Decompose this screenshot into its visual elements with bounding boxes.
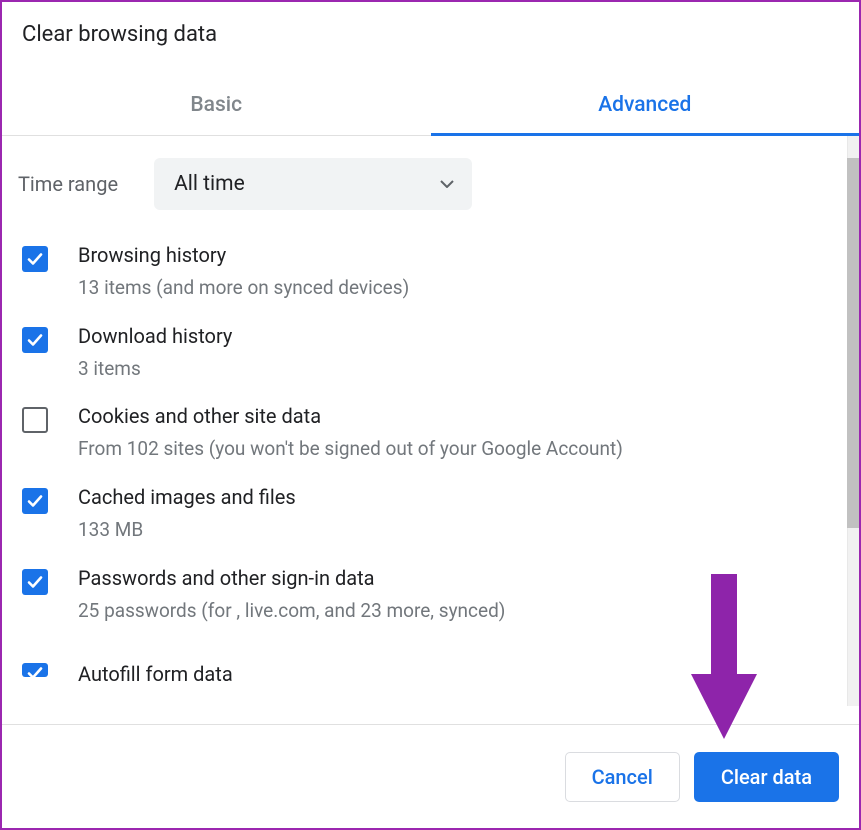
clear-browsing-data-dialog: Clear browsing data Basic Advanced Time … (0, 0, 861, 830)
option-title: Browsing history (78, 242, 409, 269)
option-title: Download history (78, 323, 232, 350)
option-passwords: Passwords and other sign-in data 25 pass… (18, 551, 859, 632)
option-title: Autofill form data (78, 661, 233, 688)
dialog-title: Clear browsing data (2, 2, 859, 47)
checkbox-browsing-history[interactable] (22, 246, 48, 272)
checkbox-autofill[interactable] (22, 663, 48, 677)
time-range-dropdown[interactable]: All time (154, 158, 472, 210)
tabs: Basic Advanced (2, 77, 859, 136)
option-download-history: Download history 3 items (18, 309, 859, 390)
option-subtitle: 133 MB (78, 517, 296, 543)
dialog-footer: Cancel Clear data (2, 724, 859, 828)
check-icon (25, 572, 45, 592)
option-text: Cookies and other site data From 102 sit… (78, 403, 623, 462)
option-subtitle: 3 items (78, 356, 232, 382)
cancel-button[interactable]: Cancel (565, 752, 680, 802)
clear-data-button[interactable]: Clear data (694, 752, 839, 802)
time-range-label: Time range (18, 172, 154, 196)
option-cookies: Cookies and other site data From 102 sit… (18, 389, 859, 470)
tab-advanced[interactable]: Advanced (431, 77, 860, 135)
option-text: Browsing history 13 items (and more on s… (78, 242, 409, 301)
option-subtitle: 13 items (and more on synced devices) (78, 275, 409, 301)
check-icon (25, 249, 45, 269)
scrollbar-track[interactable] (847, 136, 859, 706)
tab-basic[interactable]: Basic (2, 77, 431, 135)
checkbox-cached-images[interactable] (22, 488, 48, 514)
option-autofill: Autofill form data (18, 647, 859, 696)
option-subtitle: 25 passwords (for , live.com, and 23 mor… (78, 598, 505, 624)
option-text: Autofill form data (78, 661, 233, 688)
checkbox-passwords[interactable] (22, 569, 48, 595)
scrollbar-thumb[interactable] (847, 158, 859, 528)
dialog-body: Time range All time Browsing history 13 … (2, 136, 859, 706)
option-text: Passwords and other sign-in data 25 pass… (78, 565, 505, 624)
option-cached-images: Cached images and files 133 MB (18, 470, 859, 551)
option-browsing-history: Browsing history 13 items (and more on s… (18, 228, 859, 309)
check-icon (25, 663, 45, 677)
check-icon (25, 330, 45, 350)
option-title: Cookies and other site data (78, 403, 623, 430)
option-text: Download history 3 items (78, 323, 232, 382)
checkbox-cookies[interactable] (22, 407, 48, 433)
option-title: Cached images and files (78, 484, 296, 511)
time-range-row: Time range All time (18, 136, 859, 228)
checkbox-download-history[interactable] (22, 327, 48, 353)
option-text: Cached images and files 133 MB (78, 484, 296, 543)
option-subtitle: From 102 sites (you won't be signed out … (78, 436, 623, 462)
check-icon (25, 491, 45, 511)
option-title: Passwords and other sign-in data (78, 565, 505, 592)
time-range-value: All time (174, 172, 245, 196)
chevron-down-icon (440, 180, 454, 188)
